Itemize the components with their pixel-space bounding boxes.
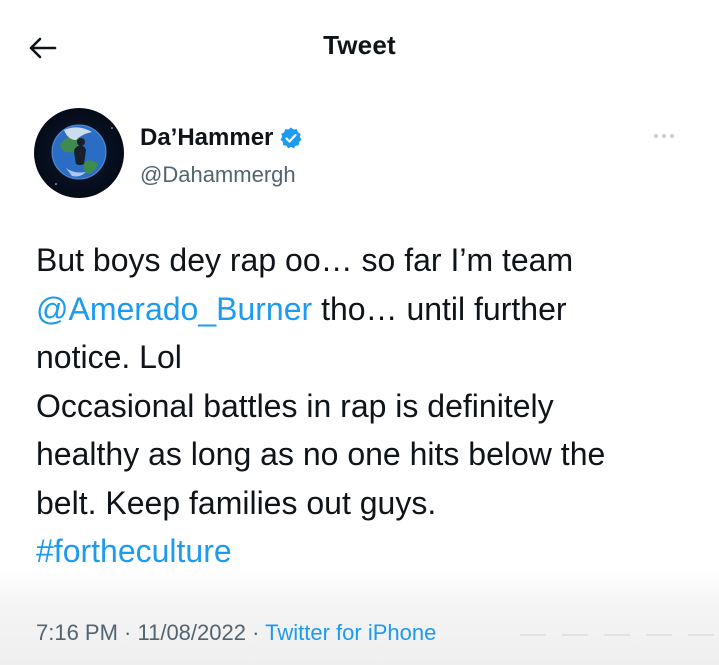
- tweet-line: belt. Keep families out guys.: [36, 484, 437, 521]
- tweet-date: 11/08/2022: [137, 620, 246, 645]
- more-dot-icon: [654, 134, 658, 138]
- author-name[interactable]: Da’Hammer: [140, 124, 303, 152]
- mention-link[interactable]: @Amerado_Burner: [36, 291, 312, 327]
- tweet-line: healthy as long as no one hits below the: [36, 436, 606, 472]
- tweet-line: #fortheculture: [36, 527, 696, 576]
- tweet-source-link[interactable]: Twitter for iPhone: [265, 620, 436, 645]
- more-dot-icon: [670, 134, 674, 138]
- divider: [520, 634, 719, 636]
- tweet-line: But boys dey rap oo… so far I’m team: [36, 242, 574, 278]
- hashtag-link[interactable]: #fortheculture: [36, 533, 232, 569]
- footer-area: [0, 570, 719, 665]
- page-title: Tweet: [323, 30, 396, 60]
- author-handle[interactable]: @Dahammergh: [140, 162, 296, 188]
- tweet-line: @Amerado_Burner tho… until further: [36, 285, 696, 334]
- verified-badge-icon: [280, 127, 302, 149]
- tweet-line-text: tho… until further: [312, 290, 567, 327]
- tweet-line: notice. Lol: [36, 339, 182, 375]
- more-dot-icon: [662, 134, 666, 138]
- author-name-text: Da’Hammer: [140, 124, 274, 151]
- tweet-time: 7:16 PM: [36, 620, 118, 645]
- tweet-meta: 7:16 PM · 11/08/2022 · Twitter for iPhon…: [36, 620, 436, 646]
- meta-separator: ·: [245, 620, 266, 645]
- avatar[interactable]: [34, 108, 124, 198]
- tweet-body: But boys dey rap oo… so far I’m team @Am…: [36, 236, 696, 576]
- more-options-button[interactable]: [644, 126, 684, 146]
- top-bar: Tweet: [0, 0, 719, 96]
- tweet-author: Da’Hammer @Dahammergh: [34, 108, 684, 198]
- tweet-line: Occasional battles in rap is definitely: [36, 387, 554, 424]
- meta-separator: ·: [117, 620, 138, 645]
